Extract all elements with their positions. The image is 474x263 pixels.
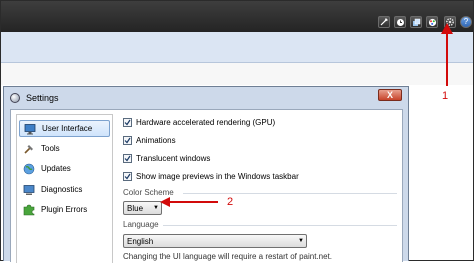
settings-app-icon [10,93,20,103]
option-taskbar-previews[interactable]: Show image previews in the Windows taskb… [123,170,299,183]
monitor-icon [24,123,36,135]
help-label: ? [463,17,469,26]
option-label: Show image previews in the Windows taskb… [136,172,299,181]
checkbox[interactable] [123,136,132,145]
tool-icon[interactable] [378,16,390,28]
option-animations[interactable]: Animations [123,134,176,147]
language-restart-note: Changing the UI language will require a … [123,252,333,261]
checkbox[interactable] [123,118,132,127]
puzzle-icon [23,204,35,216]
nav-label: Updates [41,164,71,173]
chevron-down-icon: ▼ [298,238,304,244]
dialog-title-bar[interactable]: Settings X [4,87,408,108]
nav-label: Plugin Errors [41,205,88,214]
top-toolbar: ? [1,1,473,32]
section-divider [183,193,397,194]
canvas-area [1,63,473,85]
color-scheme-dropdown[interactable]: Blue ▼ [123,201,162,215]
language-label: Language [123,220,159,229]
close-button[interactable]: X [378,89,402,101]
nav-label: Tools [41,144,60,153]
option-label: Animations [136,136,176,145]
dialog-title: Settings [26,93,59,103]
section-divider [163,225,397,226]
help-icon[interactable]: ? [460,16,472,28]
globe-icon [23,163,35,175]
clock-icon[interactable] [394,16,406,28]
ribbon-strip [1,32,473,63]
hammer-icon [23,143,35,155]
settings-dialog: Settings X User Interface Tools Updates … [3,86,409,263]
nav-item-diagnostics[interactable]: Diagnostics [19,181,110,198]
checkbox[interactable] [123,172,132,181]
callout-1: 1 [442,90,449,102]
palette-icon[interactable] [426,16,438,28]
nav-item-user-interface[interactable]: User Interface [19,120,110,137]
color-scheme-value: Blue [127,203,144,213]
language-value: English [127,236,154,246]
annotation-arrowhead-1 [441,23,453,34]
nav-item-plugin-errors[interactable]: Plugin Errors [19,201,110,218]
option-gpu-rendering[interactable]: Hardware accelerated rendering (GPU) [123,116,275,129]
annotation-line-1 [446,30,448,86]
nav-label: Diagnostics [41,185,83,194]
option-label: Hardware accelerated rendering (GPU) [136,118,276,127]
checkbox[interactable] [123,154,132,163]
dialog-body: User Interface Tools Updates Diagnostics [10,109,403,263]
computer-icon [23,184,35,196]
language-dropdown[interactable]: English ▼ [123,234,307,248]
nav-item-updates[interactable]: Updates [19,160,110,177]
option-label: Translucent windows [136,154,211,163]
callout-2: 2 [227,196,234,208]
option-translucent-windows[interactable]: Translucent windows [123,152,210,165]
layers-icon[interactable] [410,16,422,28]
annotation-arrow-2 [160,197,218,207]
nav-item-tools[interactable]: Tools [19,140,110,157]
nav-label: User Interface [42,124,93,133]
settings-nav-panel: User Interface Tools Updates Diagnostics [16,114,113,263]
